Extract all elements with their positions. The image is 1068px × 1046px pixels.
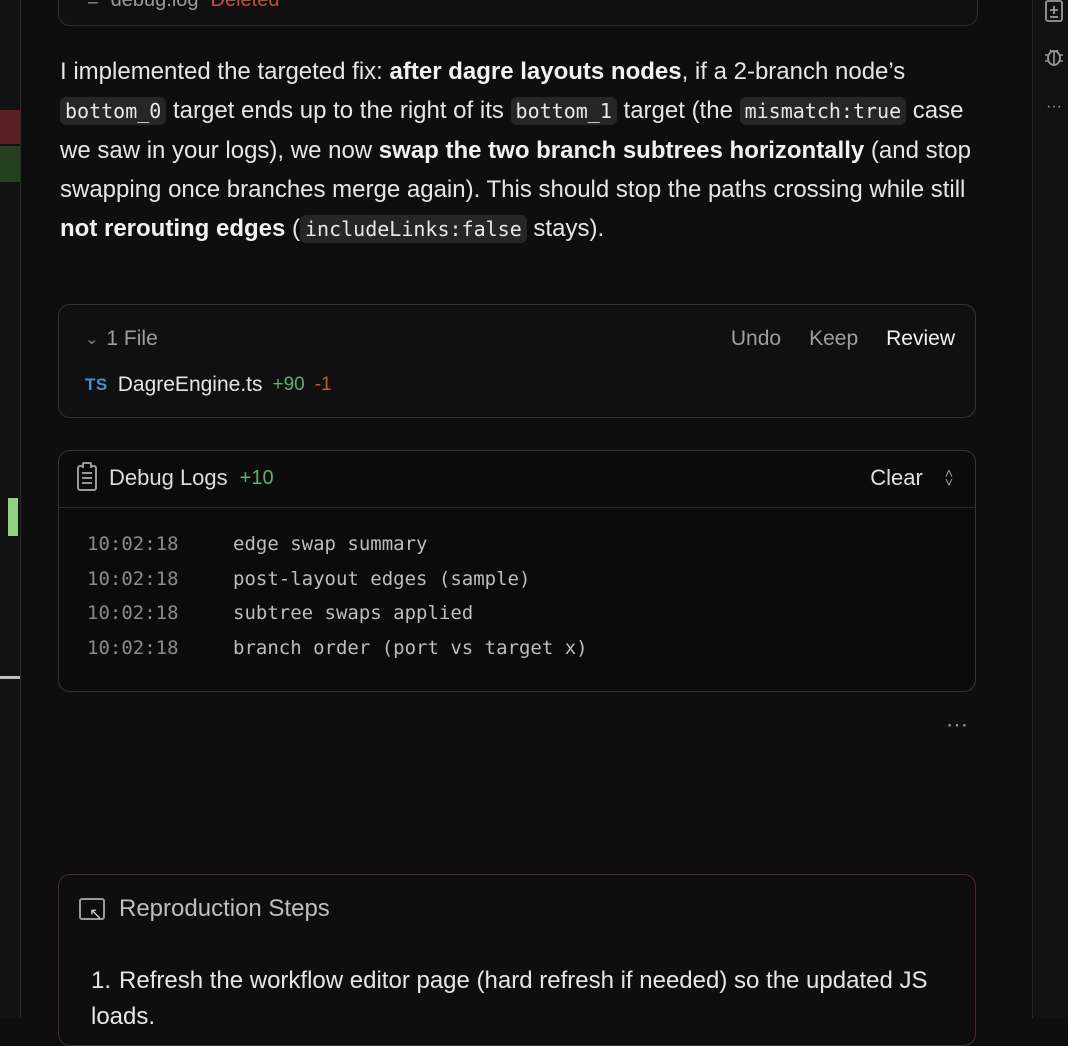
chevron-down-icon: ⌄ xyxy=(85,331,99,348)
changed-file-row[interactable]: TS DagreEngine.ts +90 -1 xyxy=(85,373,332,397)
expand-collapse-icon[interactable]: ˄ ˅ xyxy=(945,466,953,489)
more-icon[interactable]: ··· xyxy=(1043,96,1065,118)
deleted-file-card: ≡ debug.log Deleted xyxy=(58,0,978,26)
debug-logs-count: +10 xyxy=(239,466,274,489)
debug-logs-panel: Debug Logs +10 Clear ˄ ˅ 10:02:18 edge swa… xyxy=(58,450,976,692)
diff-added-marker xyxy=(0,146,20,182)
log-row: 10:02:18 post-layout edges (sample) xyxy=(87,567,531,590)
log-list: 10:02:18 edge swap summary 10:02:18 post-l… xyxy=(87,533,588,671)
files-toggle[interactable]: ⌄ 1 File xyxy=(85,327,158,351)
log-row: 10:02:18 subtree swaps applied xyxy=(87,602,474,624)
repro-title: Reproduction Steps xyxy=(119,895,330,922)
files-count: 1 File xyxy=(106,327,158,350)
editor-gutter xyxy=(0,0,21,1018)
inline-code: mismatch:true xyxy=(739,97,907,125)
bug-icon[interactable] xyxy=(1043,46,1065,68)
right-activity-rail: ··· xyxy=(1032,0,1068,1018)
files-changed-panel: ⌄ 1 File Undo Keep Review TS DagreEngine… xyxy=(58,304,976,418)
deleted-file-name[interactable]: debug.log xyxy=(111,0,199,12)
inline-code: bottom_1 xyxy=(510,97,617,125)
lines-added: +90 xyxy=(272,374,305,395)
file-lines-icon: ≡ xyxy=(87,0,99,11)
deleted-status: Deleted xyxy=(210,0,280,11)
cursor-click-icon xyxy=(79,898,105,924)
log-row: 10:02:18 branch order (port vs target x) xyxy=(87,636,588,659)
reproduction-steps-card: Reproduction Steps 1.Refresh the workflo… xyxy=(58,874,976,1046)
new-file-icon[interactable] xyxy=(1043,0,1065,22)
debug-logs-title: Debug Logs xyxy=(109,465,228,490)
keep-button[interactable]: Keep xyxy=(809,327,858,351)
scroll-marker xyxy=(0,676,20,679)
file-name[interactable]: DagreEngine.ts xyxy=(118,373,263,397)
inline-code: includeLinks:false xyxy=(300,215,527,243)
message-more-icon[interactable]: ⋯ xyxy=(946,712,969,738)
list-item: 1. Refresh the workflow editor page (hard… xyxy=(91,967,928,1030)
undo-button[interactable]: Undo xyxy=(731,327,781,351)
assistant-message: I implemented the targeted fix: after da… xyxy=(60,58,971,243)
clipboard-icon xyxy=(77,462,97,491)
repro-steps-list: 1. Refresh the workflow editor page (hard… xyxy=(91,963,951,1035)
diff-removed-marker xyxy=(0,110,20,144)
log-row: 10:02:18 edge swap summary xyxy=(87,533,428,555)
typescript-icon: TS xyxy=(85,375,108,394)
diff-change-marker xyxy=(8,498,18,536)
review-button[interactable]: Review xyxy=(886,327,955,351)
lines-removed: -1 xyxy=(314,374,332,395)
inline-code: bottom_0 xyxy=(60,97,167,125)
clear-button[interactable]: Clear xyxy=(870,465,923,491)
debug-logs-header: Debug Logs +10 Clear ˄ ˅ xyxy=(59,451,975,508)
